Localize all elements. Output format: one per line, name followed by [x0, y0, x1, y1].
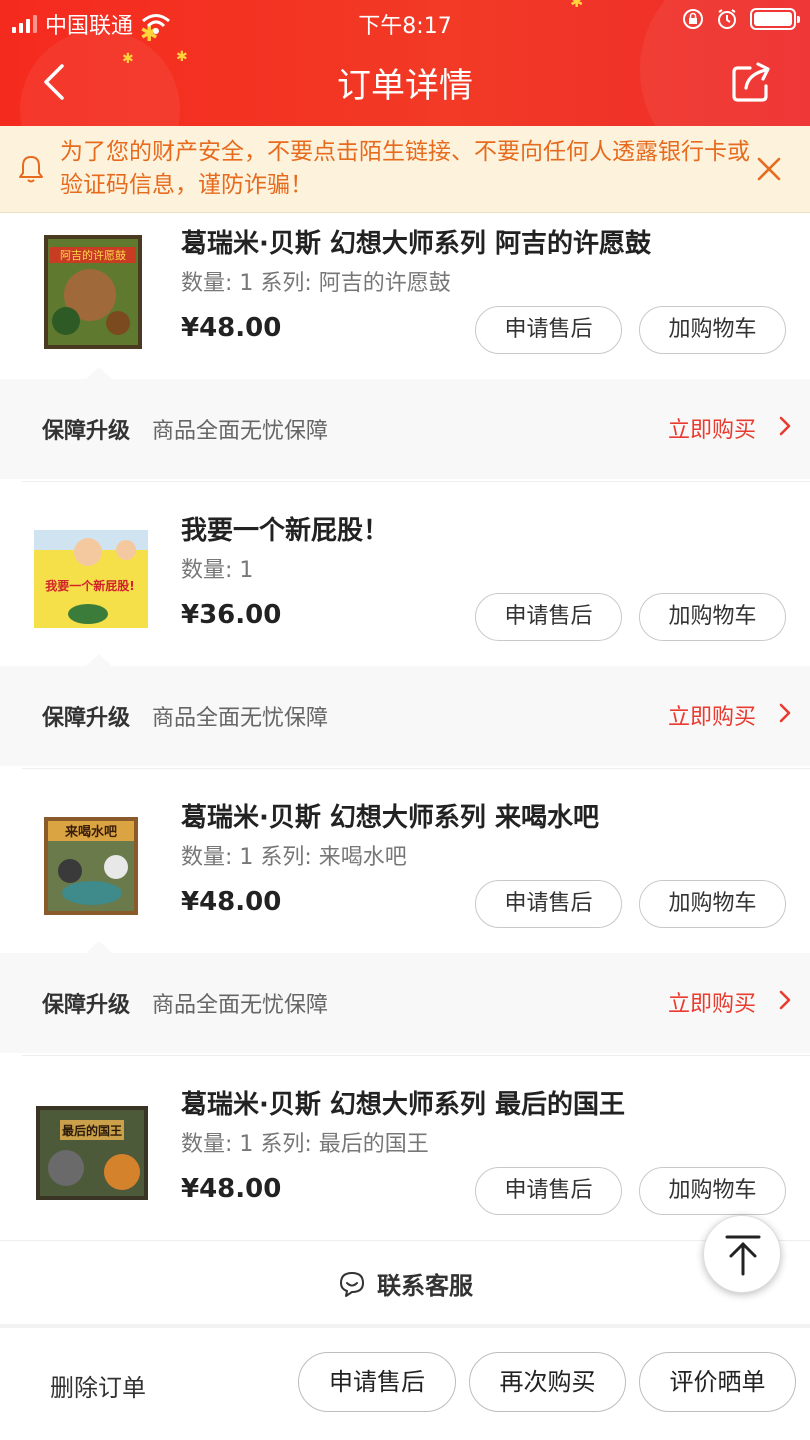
guarantee-row[interactable]: 保障升级 商品全面无忧保障 立即购买 [0, 367, 810, 479]
close-icon[interactable] [756, 156, 782, 182]
arrow-up-icon [725, 1235, 761, 1276]
buy-now-link[interactable]: 立即购买 [668, 412, 756, 444]
page-title: 订单详情 [337, 66, 473, 106]
status-bar: 中国联通 下午8:17 [0, 0, 810, 44]
review-button[interactable]: 评价晒单 [639, 1352, 796, 1412]
contact-service-button[interactable]: 联系客服 [0, 1266, 810, 1301]
apply-after-sale-button[interactable]: 申请售后 [298, 1352, 456, 1412]
apply-after-sale-button[interactable]: 申请售后 [475, 1167, 622, 1215]
divider [22, 1055, 810, 1056]
alarm-icon [718, 9, 736, 29]
product-title[interactable]: 葛瑞米·贝斯 幻想大师系列 来喝水吧 [181, 797, 599, 834]
security-notice: 为了您的财产安全，不要点击陌生链接、不要向任何人透露银行卡或验证码信息，谨防诈骗… [0, 126, 810, 213]
chevron-right-icon[interactable] [778, 415, 792, 437]
product-thumbnail[interactable]: 来喝水吧 [30, 805, 152, 927]
chevron-right-icon[interactable] [778, 702, 792, 724]
share-icon[interactable] [730, 60, 774, 104]
book-cover-image: 阿吉的许愿鼓 [44, 235, 142, 349]
book-cover-image: 来喝水吧 [44, 817, 138, 915]
buy-again-button[interactable]: 再次购买 [469, 1352, 626, 1412]
add-to-cart-button[interactable]: 加购物车 [639, 306, 786, 354]
notch-decoration [86, 367, 112, 379]
divider [22, 481, 810, 482]
bottom-action-bar: 删除订单 申请售后 再次购买 评价晒单 [0, 1328, 810, 1440]
product-price: ¥48.00 [181, 887, 282, 917]
notice-text: 为了您的财产安全，不要点击陌生链接、不要向任何人透露银行卡或验证码信息，谨防诈骗… [60, 139, 750, 198]
product-meta: 数量: 1 系列: 来喝水吧 [181, 845, 407, 870]
guarantee-label: 保障升级 [42, 993, 131, 1018]
product-title[interactable]: 我要一个新屁股！ [181, 510, 389, 547]
guarantee-desc: 商品全面无忧保障 [152, 706, 329, 731]
contact-label: 联系客服 [377, 1272, 473, 1300]
product-title[interactable]: 葛瑞米·贝斯 幻想大师系列 最后的国王 [181, 1084, 625, 1121]
guarantee-desc: 商品全面无忧保障 [152, 419, 329, 444]
guarantee-row[interactable]: 保障升级 商品全面无忧保障 立即购买 [0, 654, 810, 766]
cover-title: 阿吉的许愿鼓 [60, 248, 126, 262]
product-price: ¥48.00 [181, 1174, 282, 1204]
product-thumbnail[interactable]: 最后的国王 [30, 1092, 152, 1214]
guarantee-label: 保障升级 [42, 419, 131, 444]
apply-after-sale-button[interactable]: 申请售后 [475, 593, 622, 641]
cover-title: 来喝水吧 [64, 824, 117, 840]
buy-now-link[interactable]: 立即购买 [668, 986, 756, 1018]
product-price: ¥36.00 [181, 600, 282, 630]
battery-icon [750, 8, 800, 30]
book-cover-image: 我要一个新屁股! [34, 530, 148, 628]
add-to-cart-button[interactable]: 加购物车 [639, 880, 786, 928]
order-item[interactable]: 来喝水吧 葛瑞米·贝斯 幻想大师系列 来喝水吧 数量: 1 系列: 来喝水吧 ¥… [0, 787, 810, 953]
apply-after-sale-button[interactable]: 申请售后 [475, 880, 622, 928]
product-title[interactable]: 葛瑞米·贝斯 幻想大师系列 阿吉的许愿鼓 [181, 223, 651, 260]
guarantee-row[interactable]: 保障升级 商品全面无忧保障 立即购买 [0, 941, 810, 1053]
product-thumbnail[interactable]: 阿吉的许愿鼓 [30, 231, 152, 353]
scroll-to-top-button[interactable] [703, 1215, 781, 1293]
buy-now-link[interactable]: 立即购买 [668, 699, 756, 731]
delete-order-button[interactable]: 删除订单 [50, 1368, 146, 1403]
order-item[interactable]: 我要一个新屁股! 我要一个新屁股！ 数量: 1 ¥36.00 申请售后 加购物车 [0, 500, 810, 666]
order-item[interactable]: 最后的国王 葛瑞米·贝斯 幻想大师系列 最后的国王 数量: 1 系列: 最后的国… [0, 1074, 810, 1240]
add-to-cart-button[interactable]: 加购物车 [639, 1167, 786, 1215]
guarantee-label: 保障升级 [42, 706, 131, 731]
notch-decoration [86, 654, 112, 666]
product-price: ¥48.00 [181, 313, 282, 343]
guarantee-desc: 商品全面无忧保障 [152, 993, 329, 1018]
rotation-lock-icon [683, 9, 703, 29]
notch-decoration [86, 941, 112, 953]
cover-title: 我要一个新屁股! [45, 578, 134, 593]
cover-title: 最后的国王 [62, 1123, 122, 1138]
product-meta: 数量: 1 [181, 558, 254, 583]
product-thumbnail[interactable]: 我要一个新屁股! [30, 518, 152, 640]
add-to-cart-button[interactable]: 加购物车 [639, 593, 786, 641]
bell-icon [19, 156, 43, 183]
book-cover-image: 最后的国王 [36, 1106, 148, 1200]
product-meta: 数量: 1 系列: 最后的国王 [181, 1132, 429, 1157]
order-item[interactable]: 阿吉的许愿鼓 葛瑞米·贝斯 幻想大师系列 阿吉的许愿鼓 数量: 1 系列: 阿吉… [0, 213, 810, 379]
apply-after-sale-button[interactable]: 申请售后 [475, 306, 622, 354]
product-meta: 数量: 1 系列: 阿吉的许愿鼓 [181, 271, 451, 296]
chevron-right-icon[interactable] [778, 989, 792, 1011]
app-header: ✱ ✱ ✱ ✱ 中国联通 下午8:17 订单详情 [0, 0, 810, 126]
customer-service-icon [340, 1272, 364, 1297]
divider [22, 768, 810, 769]
